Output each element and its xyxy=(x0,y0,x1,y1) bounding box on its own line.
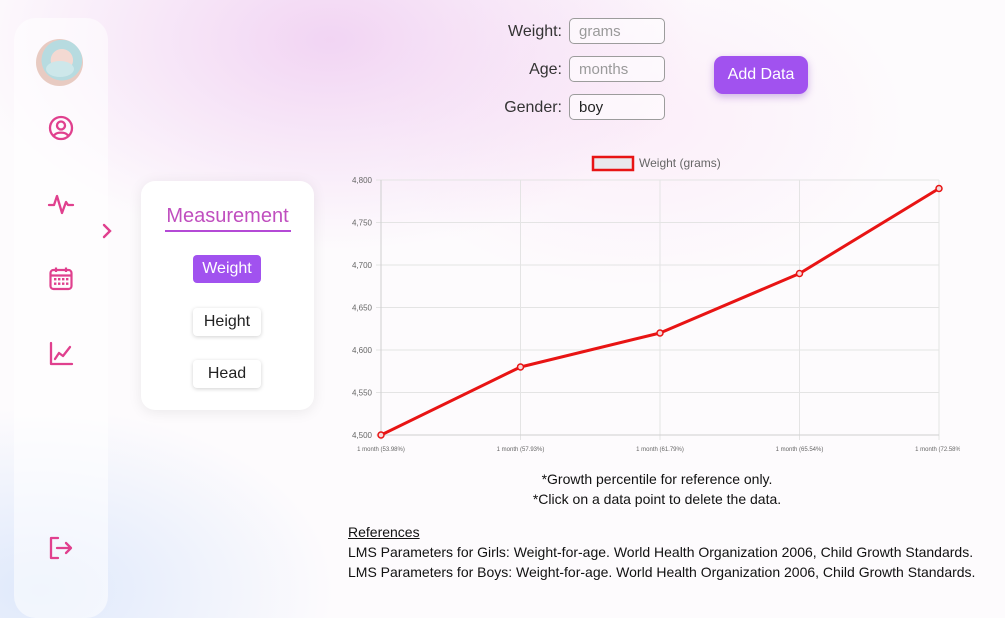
data-point[interactable] xyxy=(516,363,525,371)
age-input[interactable] xyxy=(569,56,665,82)
data-point[interactable] xyxy=(656,329,664,337)
y-tick-label: 4,700 xyxy=(352,261,373,270)
chevron-right-icon[interactable] xyxy=(99,222,115,240)
x-tick-label: 1 month (53.98%) xyxy=(357,447,405,453)
references-title: References xyxy=(348,524,420,540)
legend-label[interactable]: Weight (grams) xyxy=(639,156,721,170)
logout-icon[interactable] xyxy=(47,534,75,562)
chart-icon[interactable] xyxy=(47,340,75,368)
data-point[interactable] xyxy=(935,184,943,193)
gender-input[interactable] xyxy=(569,94,665,120)
weight-chart: 4,500 4,550 4,600 4,650 4,700 4,750 4,800 1 mon… xyxy=(352,155,960,453)
y-tick-label: 4,600 xyxy=(352,346,373,355)
y-tick-label: 4,650 xyxy=(352,304,373,313)
avatar[interactable] xyxy=(36,39,83,86)
x-tick-label: 1 month (72.58%) xyxy=(915,447,960,453)
references: References LMS Parameters for Girls: Wei… xyxy=(348,522,975,582)
measurement-card: Measurement Weight Height Head xyxy=(141,181,314,410)
age-label: Age: xyxy=(529,61,562,78)
reference-boys: LMS Parameters for Boys: Weight-for-age.… xyxy=(348,564,976,580)
sidebar xyxy=(14,18,108,618)
reference-girls: LMS Parameters for Girls: Weight-for-age… xyxy=(348,544,974,560)
data-point[interactable] xyxy=(377,431,385,439)
activity-icon[interactable] xyxy=(47,190,75,218)
percentile-note: *Growth percentile for reference only. xyxy=(541,471,773,487)
data-point[interactable] xyxy=(795,269,804,278)
legend-swatch[interactable] xyxy=(591,155,635,172)
x-tick-label: 1 month (65.54%) xyxy=(776,447,824,453)
y-tick-label: 4,800 xyxy=(352,176,373,185)
y-tick-label: 4,550 xyxy=(352,389,373,398)
gender-label: Gender: xyxy=(504,99,562,116)
height-button[interactable]: Height xyxy=(193,308,261,336)
x-tick-label: 1 month (57.93%) xyxy=(497,447,545,453)
measurement-title: Measurement xyxy=(166,205,289,227)
measurement-underline xyxy=(165,230,291,232)
weight-button[interactable]: Weight xyxy=(193,255,261,283)
x-tick-label: 1 month (61.79%) xyxy=(636,447,684,453)
calendar-icon[interactable] xyxy=(47,265,75,293)
add-data-button[interactable]: Add Data xyxy=(714,56,808,94)
y-tick-label: 4,500 xyxy=(352,431,373,440)
weight-input[interactable] xyxy=(569,18,665,44)
head-button[interactable]: Head xyxy=(193,360,261,388)
profile-icon[interactable] xyxy=(47,114,75,142)
weight-label: Weight: xyxy=(508,23,562,40)
y-tick-label: 4,750 xyxy=(352,219,373,228)
delete-note: *Click on a data point to delete the dat… xyxy=(532,491,782,507)
